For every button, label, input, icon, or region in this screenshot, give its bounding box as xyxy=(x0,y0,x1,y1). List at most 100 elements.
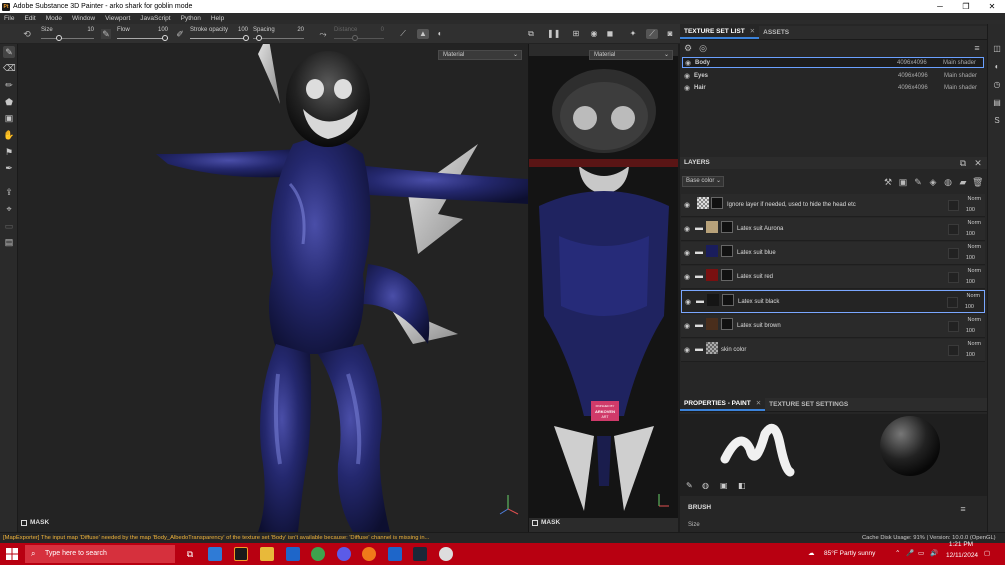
projection-tool-icon[interactable]: ✏ xyxy=(3,79,15,91)
camera-sync-icon[interactable]: ⧉ xyxy=(525,29,537,39)
steam-icon[interactable] xyxy=(413,547,427,561)
menu-edit[interactable]: Edit xyxy=(24,15,35,22)
notifications-icon[interactable]: ▢ xyxy=(984,543,990,565)
app-taskbar-icon-1[interactable] xyxy=(286,547,300,561)
close-icon[interactable]: ✕ xyxy=(756,397,761,411)
tilt-icon[interactable]: ⟋ xyxy=(397,29,409,39)
display-settings-icon[interactable]: ◐ xyxy=(992,62,1002,72)
layer-option-box[interactable] xyxy=(948,272,959,283)
menu-viewport[interactable]: Viewport xyxy=(105,15,130,22)
eye-icon[interactable]: ◉ xyxy=(684,273,690,281)
layer-row[interactable]: ◉ ▬ Latex suit blue Norm 100 xyxy=(681,242,985,265)
log-icon[interactable]: ▤ xyxy=(992,98,1002,108)
export-icon[interactable]: ▤ xyxy=(3,236,15,248)
add-folder-icon[interactable]: ▰ xyxy=(958,177,968,187)
flow-value[interactable]: 100 xyxy=(150,27,168,33)
pause-icon[interactable]: ❚❚ xyxy=(547,29,560,39)
viewport-2d-mask[interactable]: MASK xyxy=(532,519,560,526)
add-effect-icon[interactable]: ⚒ xyxy=(883,177,893,187)
substance-painter-taskbar-icon[interactable] xyxy=(234,547,248,561)
add-smart-material-icon[interactable]: ◍ xyxy=(943,177,953,187)
layer-option-box[interactable] xyxy=(947,297,958,308)
menu-mode[interactable]: Mode xyxy=(46,15,62,22)
layer-option-box[interactable] xyxy=(948,345,959,356)
menu-window[interactable]: Window xyxy=(72,15,95,22)
layer-blend-mode[interactable]: Norm xyxy=(968,317,981,323)
measure-icon[interactable]: ⌖ xyxy=(3,203,15,215)
layer-opacity[interactable]: 100 xyxy=(966,328,975,334)
stroke-opacity-slider-track[interactable] xyxy=(190,38,248,39)
app-taskbar-icon-3[interactable] xyxy=(439,547,453,561)
layer-blend-mode[interactable]: Norm xyxy=(967,293,980,299)
menu-icon[interactable]: ≡ xyxy=(972,43,982,53)
delete-layer-icon[interactable]: 🗑 xyxy=(972,177,983,187)
layer-row[interactable]: ◉ Ignore layer if needed, used to hide t… xyxy=(681,194,985,217)
maximize-button[interactable]: ❐ xyxy=(953,0,979,13)
close-button[interactable]: ✕ xyxy=(979,0,1005,13)
layer-option-box[interactable] xyxy=(948,321,959,332)
lazy-mouse-icon[interactable]: ⤳ xyxy=(318,29,328,39)
smudge-icon[interactable]: ✋ xyxy=(3,129,15,141)
add-fill-layer-icon[interactable]: ◈ xyxy=(928,177,938,187)
layer-option-box[interactable] xyxy=(948,224,959,235)
layer-row-selected[interactable]: ◉ ▬ Latex suit black Norm 100 xyxy=(681,290,985,313)
symmetry-icon[interactable]: ⟲ xyxy=(22,29,32,39)
layer-blend-mode[interactable]: Norm xyxy=(968,268,981,274)
eye-icon[interactable]: ◉ xyxy=(685,298,691,306)
volume-icon[interactable]: 🔊 xyxy=(930,543,938,565)
windows-start-icon[interactable] xyxy=(6,548,18,560)
menu-file[interactable]: File xyxy=(4,15,14,22)
opacity-pen-icon[interactable]: ✐ xyxy=(175,29,185,39)
pressure-icon[interactable]: ✎ xyxy=(101,29,111,39)
render-mode-icon[interactable]: ◉ xyxy=(588,29,600,39)
size-slider-knob[interactable] xyxy=(56,35,62,41)
clock[interactable]: 1:21 PM 12/11/2024 xyxy=(946,539,978,561)
texture-set-list-icon[interactable]: ◫ xyxy=(992,44,1002,54)
flow-slider-track[interactable] xyxy=(117,38,168,39)
visibility-icon[interactable]: ◎ xyxy=(698,43,708,53)
viewport-2d[interactable]: FINISHED BY ARKOVEN ART Material ⌄ MASK xyxy=(528,44,678,532)
layer-option-box[interactable] xyxy=(948,248,959,259)
brush-menu-icon[interactable]: ≡ xyxy=(958,504,968,514)
history-icon[interactable]: ◷ xyxy=(992,80,1002,90)
eye-icon[interactable]: ◉ xyxy=(684,225,690,233)
eye-icon[interactable]: ◉ xyxy=(684,201,690,209)
task-view-icon[interactable]: ⧉ xyxy=(183,547,197,561)
layer-blend-mode[interactable]: Norm xyxy=(968,196,981,202)
chrome-icon[interactable] xyxy=(311,547,325,561)
spacing-slider-knob[interactable] xyxy=(256,35,262,41)
eye-icon[interactable]: ◉ xyxy=(684,346,690,354)
microphone-icon[interactable]: 🎤 xyxy=(906,543,914,565)
layer-blend-mode[interactable]: Norm xyxy=(968,220,981,226)
size-value[interactable]: 10 xyxy=(80,27,94,33)
size-slider-track[interactable] xyxy=(41,38,94,39)
app-taskbar-icon-2[interactable] xyxy=(388,547,402,561)
layer-opacity[interactable]: 100 xyxy=(966,207,975,213)
layer-row[interactable]: ◉ ▬ skin color Norm 100 xyxy=(681,339,985,362)
layer-opacity[interactable]: 100 xyxy=(965,304,974,310)
tab-texture-set-settings[interactable]: TEXTURE SET SETTINGS xyxy=(765,398,852,411)
layer-opacity[interactable]: 100 xyxy=(966,231,975,237)
split-view-icon[interactable]: ⊞ xyxy=(570,29,582,39)
tab-assets[interactable]: ASSETS xyxy=(759,26,793,39)
menu-python[interactable]: Python xyxy=(181,15,201,22)
menu-javascript[interactable]: JavaScript xyxy=(140,15,170,22)
stroke-opacity-slider-knob[interactable] xyxy=(243,35,249,41)
texture-set-row-hair[interactable]: ◉ Hair 4096x4096 Main shader xyxy=(682,82,984,93)
texture-set-row-eyes[interactable]: ◉ Eyes 4096x4096 Main shader xyxy=(682,70,984,81)
tab-texture-set-list[interactable]: TEXTURE SET LIST ✕ xyxy=(680,26,760,39)
viewport-3d-channel-select[interactable]: Material ⌄ xyxy=(438,50,522,60)
file-explorer-icon[interactable] xyxy=(260,547,274,561)
undock-icon[interactable]: ⧉ xyxy=(958,158,968,168)
minimize-button[interactable]: ─ xyxy=(927,0,953,13)
eraser-icon[interactable]: ⌫ xyxy=(3,62,16,74)
layer-channel-select[interactable]: Base color ⌄ xyxy=(682,176,724,187)
spacing-value[interactable]: 20 xyxy=(290,27,304,33)
viewport-2d-channel-select[interactable]: Material ⌄ xyxy=(589,50,673,60)
network-icon[interactable]: ▭ xyxy=(918,543,924,565)
eye-icon[interactable]: ◉ xyxy=(682,72,692,80)
texture-set-row-body[interactable]: ◉ Body 4096x4096 Main shader xyxy=(682,57,984,68)
layer-opacity[interactable]: 100 xyxy=(966,255,975,261)
projection-icon[interactable]: ◐ xyxy=(434,29,446,39)
eye-icon[interactable]: ◉ xyxy=(684,322,690,330)
